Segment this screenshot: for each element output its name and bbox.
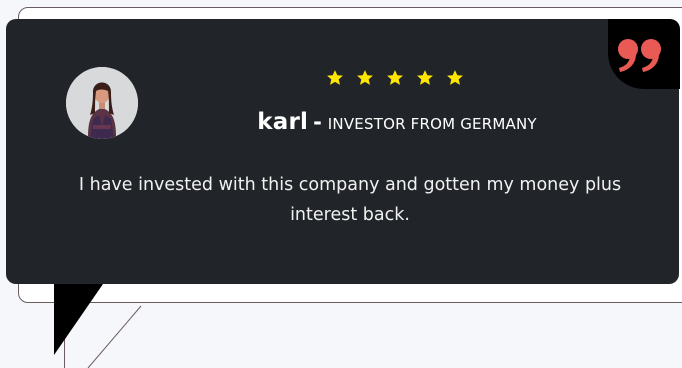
testimonial-message: I have invested with this company and go… xyxy=(78,175,622,225)
quote-icon xyxy=(618,39,661,72)
rating-stars xyxy=(326,69,464,87)
reviewer-line: karl - INVESTOR FROM GERMANY xyxy=(0,109,682,135)
name-separator: - xyxy=(313,110,322,134)
reviewer-name: karl xyxy=(257,109,309,135)
star-icon xyxy=(327,70,343,85)
star-icon xyxy=(357,70,373,85)
reviewer-role: INVESTOR FROM GERMANY xyxy=(327,115,537,133)
star-icon xyxy=(447,70,463,85)
star-icon xyxy=(387,70,403,85)
star-icon xyxy=(417,70,433,85)
